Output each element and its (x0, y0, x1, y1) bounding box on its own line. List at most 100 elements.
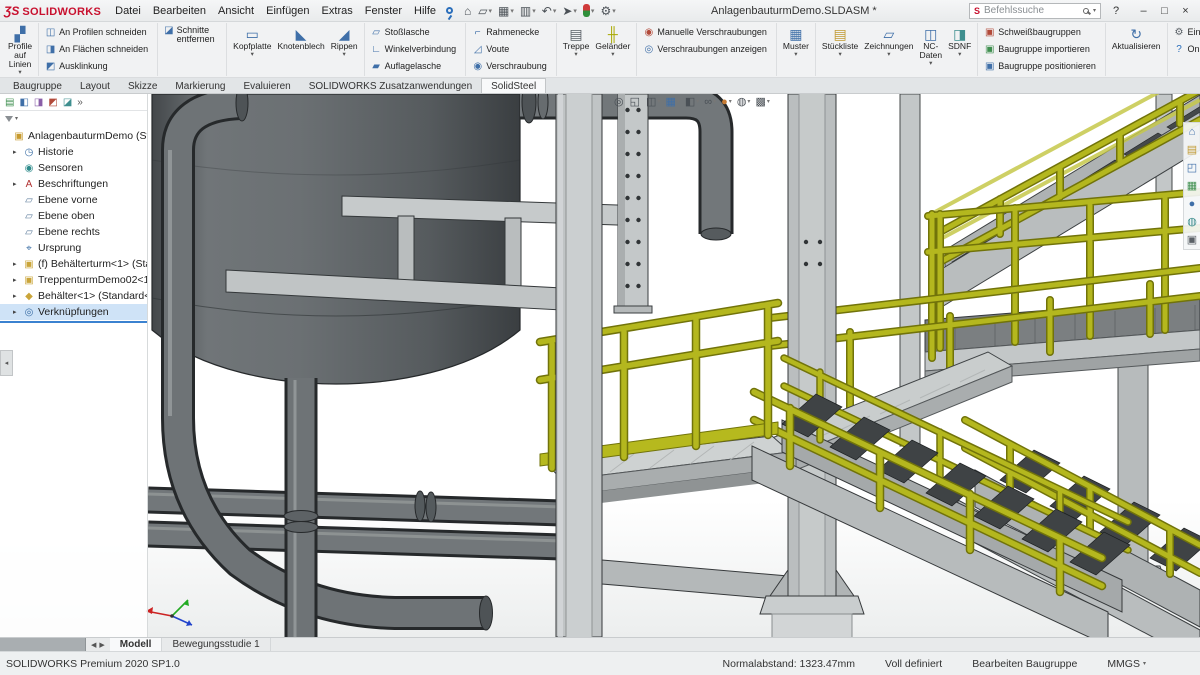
document-tab[interactable]: Bewegungsstudie 1 (162, 638, 270, 651)
ribbon-small-button[interactable]: ◫An Profilen schneiden (42, 24, 154, 40)
restore-button[interactable]: □ (1154, 3, 1175, 19)
command-manager-tab[interactable]: Baugruppe (4, 79, 71, 93)
menu-item[interactable]: Bearbeiten (147, 3, 212, 19)
section-view-icon[interactable]: ◫ ▾ (644, 95, 662, 108)
ribbon-big-button[interactable]: ◢Rippen▾ (328, 24, 361, 75)
feature-tree-item[interactable]: ▸ ◆ Behälter<1> (Standard<Anzeigest (0, 288, 147, 304)
command-manager-tab[interactable]: Evaluieren (234, 79, 299, 93)
open-icon[interactable]: ▱ ▾ (475, 3, 495, 19)
appearances-icon[interactable]: ● (1189, 198, 1196, 210)
custom-properties-icon[interactable]: ▣ (1187, 234, 1197, 246)
file-explorer-icon[interactable]: ◰ (1187, 162, 1197, 174)
ribbon-small-button[interactable]: ⌐Rahmenecke (469, 24, 553, 40)
expand-arrow-icon[interactable]: ▸ (13, 180, 20, 188)
command-manager-tab[interactable]: Markierung (166, 79, 234, 93)
expand-arrow-icon[interactable]: ▸ (13, 260, 20, 268)
ribbon-big-button[interactable]: ◫NC-Daten▾ (916, 24, 945, 75)
feature-tree-item[interactable]: ⌖ Ursprung (0, 240, 147, 256)
ribbon-small-button[interactable]: ◉Manuelle Verschraubungen (640, 24, 773, 40)
front-column[interactable] (556, 94, 602, 637)
command-search-box[interactable]: S Befehlssuche ▾ (969, 3, 1101, 19)
ribbon-small-button[interactable]: ▣Baugruppe positionieren (981, 58, 1102, 74)
feature-tree-item[interactable]: ▣ AnlagenbauturmDemo (Standard<An (0, 128, 147, 144)
feature-tree-item[interactable]: ▱ Ebene rechts (0, 224, 147, 240)
print-icon[interactable]: ▥ ▾ (517, 3, 539, 19)
search-icon[interactable] (1083, 8, 1089, 14)
undo-icon[interactable]: ↶ ▾ (539, 3, 560, 19)
ribbon-small-button[interactable]: ▰Auflagelasche (368, 58, 463, 74)
expand-arrow-icon[interactable]: ▸ (13, 148, 20, 156)
ribbon-big-button[interactable]: ▭Kopfplatte▾ (230, 24, 274, 75)
ribbon-small-button[interactable]: ◨An Flächen schneiden (42, 41, 154, 57)
configurationmanager-tab-icon[interactable]: ◨ (34, 97, 43, 108)
feature-tree-item[interactable]: ▸ A Beschriftungen (0, 176, 147, 192)
help-button[interactable]: ? (1107, 5, 1125, 17)
ribbon-big-button[interactable]: ▦Muster▾ (780, 24, 812, 75)
home-icon[interactable]: ⌂ (461, 3, 475, 19)
ribbon-big-button[interactable]: ◣Knotenblech (274, 24, 327, 75)
command-manager-tab[interactable]: Skizze (119, 79, 166, 93)
featuremanager-tab-icon[interactable]: ▤ (5, 97, 14, 108)
solidworks-resources-icon[interactable]: ⌂ (1189, 126, 1196, 138)
pin-menu-icon[interactable] (446, 7, 453, 14)
hide-show-items-icon[interactable]: ∞ ▾ (702, 96, 718, 108)
expand-arrow-icon[interactable]: ▸ (13, 276, 20, 284)
panel-collapse-handle[interactable]: ◂ (0, 350, 13, 376)
3d-viewport[interactable] (0, 94, 1200, 637)
tree-rollback-bar[interactable] (0, 321, 147, 323)
ribbon-big-button[interactable]: ▤Treppe▾ (560, 24, 593, 75)
feature-tree-item[interactable]: ▱ Ebene vorne (0, 192, 147, 208)
ribbon-small-button[interactable]: ▱Stoßlasche (368, 24, 463, 40)
ribbon-big-button[interactable]: ▞Profile auf Linien▾ (5, 24, 35, 75)
feature-tree-item[interactable]: ▸ ◷ Historie (0, 144, 147, 160)
expand-arrow-icon[interactable]: ▸ (13, 308, 20, 316)
feature-tree-item[interactable]: ▸ ◎ Verknüpfungen (0, 304, 147, 320)
ribbon-small-button[interactable]: ◎Verschraubungen anzeigen (640, 41, 773, 57)
view-palette-icon[interactable]: ▦ (1187, 180, 1197, 192)
filter-icon[interactable] (5, 116, 13, 122)
menu-item[interactable]: Datei (109, 3, 147, 19)
horizontal-scrollbar-thumb[interactable] (0, 638, 86, 651)
feature-tree-item[interactable]: ▸ ▣ TreppenturmDemo02<1> (Standa (0, 272, 147, 288)
ribbon-big-button[interactable]: ╫Geländer▾ (592, 24, 633, 75)
ribbon-small-button[interactable]: ⚙Einstellungen (1171, 24, 1200, 40)
menu-item[interactable]: Fenster (359, 3, 408, 19)
menu-item[interactable]: Ansicht (212, 3, 260, 19)
unit-system-selector[interactable]: MMGS ▾ (1107, 658, 1146, 670)
filter-dropdown-icon[interactable]: ▾ (15, 115, 18, 122)
ribbon-big-button[interactable]: ◨SDNF▾ (945, 24, 974, 75)
feature-tree-item[interactable]: ◉ Sensoren (0, 160, 147, 176)
zoom-fit-icon[interactable]: ◎ (612, 95, 627, 108)
tab-scroll-right-icon[interactable]: ▶ (99, 641, 104, 649)
tank-vessel[interactable] (152, 94, 520, 384)
ribbon-small-button[interactable]: ?Online-Hilfe (1171, 41, 1200, 57)
expand-arrow-icon[interactable]: ▸ (13, 292, 20, 300)
select-icon[interactable]: ➤ ▾ (559, 3, 580, 19)
ribbon-small-button[interactable]: ◿Voute (469, 41, 553, 57)
minimize-button[interactable]: – (1133, 3, 1154, 19)
scenes-icon[interactable]: ◍ (1187, 216, 1197, 228)
close-button[interactable]: × (1175, 3, 1196, 19)
menu-item[interactable]: Hilfe (408, 3, 442, 19)
ribbon-small-button[interactable]: ◩Ausklinkung (42, 58, 154, 74)
command-manager-tab[interactable]: SolidSteel (481, 78, 546, 93)
ribbon-small-button[interactable]: ◉Verschraubung (469, 58, 553, 74)
rebuild-icon[interactable]: ▾ (580, 3, 598, 18)
ribbon-small-button[interactable]: ▣Baugruppe importieren (981, 41, 1102, 57)
command-manager-tab[interactable]: SOLIDWORKS Zusatzanwendungen (300, 79, 481, 93)
tab-scroll-left-icon[interactable]: ◀ (91, 641, 96, 649)
apply-scene-icon[interactable]: ◍ ▾ (735, 95, 753, 108)
panel-tabs-overflow-icon[interactable]: » (77, 97, 83, 108)
save-icon[interactable]: ▦ ▾ (495, 3, 517, 19)
ribbon-small-button[interactable]: ▣Schweißbaugruppen (981, 24, 1102, 40)
ribbon-small-button[interactable]: ◪Schnitte entfernen (161, 24, 223, 44)
ribbon-big-button[interactable]: ▤Stückliste▾ (819, 24, 861, 75)
feature-tree-item[interactable]: ▸ ▣ (f) Behälterturm<1> (Standard<A (0, 256, 147, 272)
command-manager-tab[interactable]: Layout (71, 79, 119, 93)
display-style-icon[interactable]: ◧ ▾ (683, 95, 701, 108)
view-orientation-icon[interactable]: ▦ ▾ (663, 95, 681, 108)
menu-item[interactable]: Einfügen (260, 3, 315, 19)
view-settings-icon[interactable]: ▩ ▾ (753, 95, 771, 108)
menu-item[interactable]: Extras (316, 3, 359, 19)
design-library-icon[interactable]: ▤ (1187, 144, 1197, 156)
